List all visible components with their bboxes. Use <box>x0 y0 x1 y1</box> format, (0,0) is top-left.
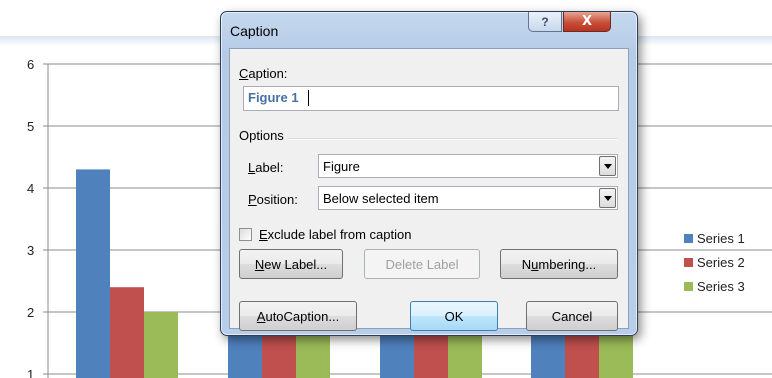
close-icon[interactable]: X <box>563 12 611 32</box>
position-field-label: Position: <box>248 192 298 207</box>
position-select-value: Below selected item <box>323 191 439 206</box>
legend-label: Series 1 <box>697 230 745 246</box>
y-tick-label: 4 <box>27 181 34 196</box>
caption-input[interactable]: Figure 1 <box>243 86 619 111</box>
autocaption-button[interactable]: AutoCaption... <box>239 301 357 331</box>
chevron-down-icon[interactable] <box>599 188 616 208</box>
bar-series-3 <box>144 312 178 378</box>
chart-legend: Series 1 Series 2 Series 3 <box>684 228 745 300</box>
label-field-label: Label: <box>248 160 284 175</box>
position-select[interactable]: Below selected item <box>318 186 618 210</box>
legend-item-series-1: Series 1 <box>684 228 745 248</box>
chevron-down-icon[interactable] <box>599 156 616 176</box>
numbering-button[interactable]: Nu mbering... <box>500 249 618 279</box>
cancel-button[interactable]: Cancel <box>526 301 618 331</box>
dialog-title: Caption <box>230 23 279 39</box>
options-divider <box>288 138 618 140</box>
options-group-label: Options <box>239 128 284 143</box>
delete-label-button: Delete Label <box>364 249 480 279</box>
caption-label: Caption: <box>239 66 288 81</box>
y-tick-label: 6 <box>27 57 34 72</box>
bar-series-2 <box>110 287 144 378</box>
text-caret <box>308 90 309 106</box>
dialog-body: Caption: Figure 1 Options Label: Figure … <box>229 48 629 331</box>
exclude-label-checkbox[interactable] <box>239 228 252 241</box>
help-icon[interactable]: ? <box>528 12 562 32</box>
caption-input-value: Figure 1 <box>248 90 299 105</box>
legend-label: Series 2 <box>697 254 745 270</box>
legend-swatch <box>684 281 693 291</box>
bar-series-1 <box>76 169 110 378</box>
legend-label: Series 3 <box>697 278 745 294</box>
y-tick-label: 5 <box>27 119 34 134</box>
ok-button[interactable]: OK <box>410 301 498 331</box>
dialog-titlebar[interactable]: Caption ? X <box>221 12 637 48</box>
y-tick-label: 2 <box>27 305 34 320</box>
y-tick-label: 1 <box>27 367 34 378</box>
y-tick-label: 3 <box>27 243 34 258</box>
new-label-button[interactable]: New Label... <box>239 249 343 279</box>
label-select-value: Figure <box>323 159 360 174</box>
label-select[interactable]: Figure <box>318 154 618 178</box>
legend-swatch <box>684 233 693 243</box>
exclude-label-text[interactable]: Exclude label from caption <box>259 227 411 242</box>
legend-item-series-3: Series 3 <box>684 276 745 296</box>
legend-item-series-2: Series 2 <box>684 252 745 272</box>
legend-swatch <box>684 257 693 267</box>
caption-dialog: Caption ? X Caption: Figure 1 Options La… <box>220 11 638 336</box>
